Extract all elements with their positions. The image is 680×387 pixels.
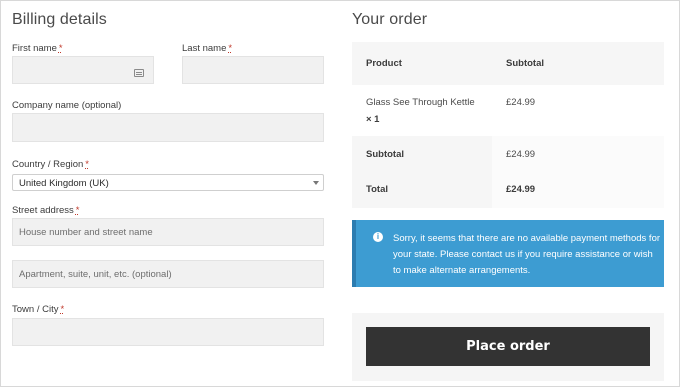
subtotal-value: £24.99 — [506, 149, 536, 160]
item-price: £24.99 — [506, 97, 536, 108]
last-name-label: Last name * — [182, 43, 233, 54]
street-label: Street address * — [12, 205, 80, 216]
contact-card-icon — [134, 69, 144, 77]
street-address-2-field[interactable]: Apartment, suite, unit, etc. (optional) — [12, 260, 324, 288]
first-name-label: First name * — [12, 43, 63, 54]
total-value: £24.99 — [506, 184, 536, 195]
item-name: Glass See Through Kettle — [366, 97, 475, 108]
chevron-down-icon — [313, 181, 319, 185]
table-row: Glass See Through Kettle × 1 £24.99 — [352, 85, 664, 136]
country-select[interactable]: United Kingdom (UK) — [12, 174, 324, 191]
subtotal-label: Subtotal — [366, 149, 404, 160]
country-value: United Kingdom (UK) — [19, 178, 109, 189]
total-label: Total — [366, 184, 388, 195]
street-placeholder-1: House number and street name — [19, 227, 153, 238]
street-address-1-field[interactable]: House number and street name — [12, 218, 324, 246]
item-quantity: × 1 — [366, 114, 380, 125]
place-order-area: Place order — [352, 313, 664, 381]
total-row: Total £24.99 — [352, 172, 664, 208]
subtotal-row: Subtotal £24.99 — [352, 136, 664, 172]
place-order-button[interactable]: Place order — [366, 327, 650, 366]
first-name-field[interactable] — [12, 56, 154, 84]
order-table-header: Product Subtotal — [352, 42, 664, 85]
city-field[interactable] — [12, 318, 324, 346]
company-label: Company name (optional) — [12, 100, 122, 111]
company-field[interactable] — [12, 113, 324, 142]
city-label: Town / City * — [12, 304, 65, 315]
payment-notice-text: Sorry, it seems that there are no availa… — [393, 233, 661, 276]
product-col-header: Product — [366, 58, 402, 69]
billing-heading: Billing details — [12, 11, 107, 28]
country-label: Country / Region * — [12, 159, 89, 170]
order-heading: Your order — [352, 11, 428, 28]
info-icon: i — [373, 232, 383, 242]
last-name-field[interactable] — [182, 56, 324, 84]
payment-notice: i Sorry, it seems that there are no avai… — [352, 220, 664, 287]
street-placeholder-2: Apartment, suite, unit, etc. (optional) — [19, 269, 172, 280]
subtotal-col-header: Subtotal — [506, 58, 544, 69]
